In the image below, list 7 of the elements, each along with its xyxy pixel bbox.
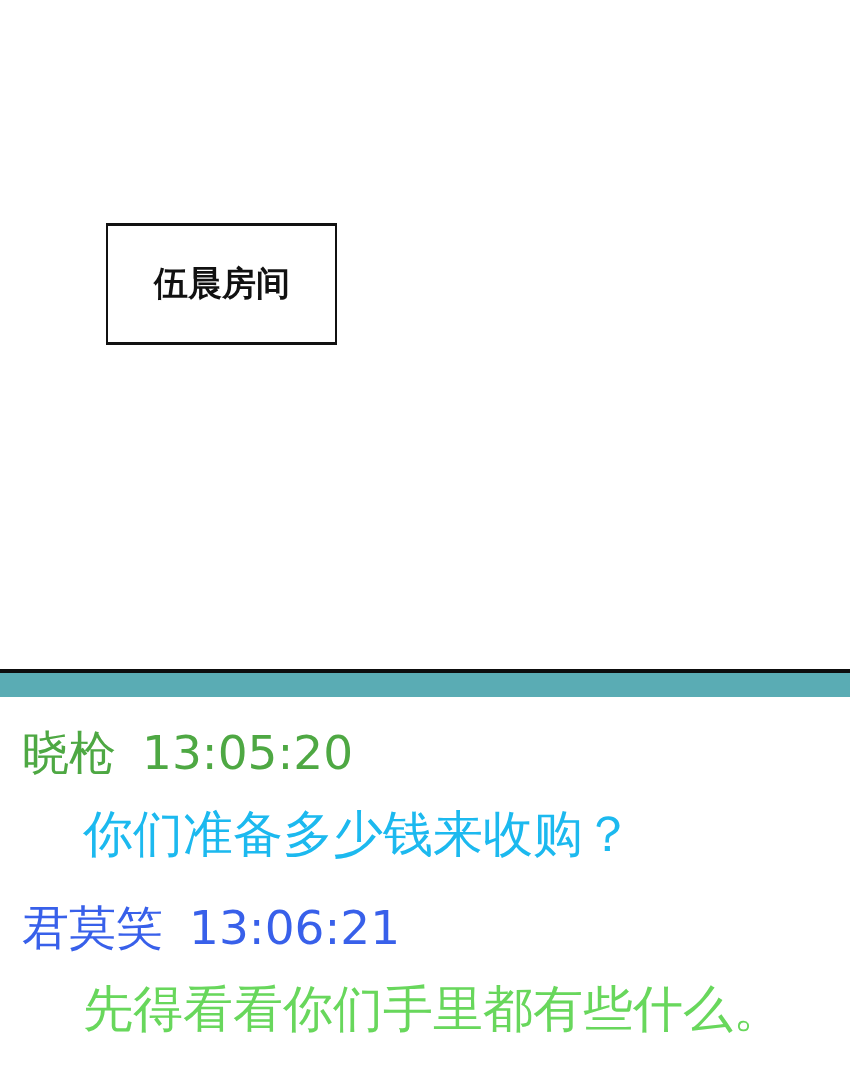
message-time: 13:06:21 — [189, 899, 401, 957]
message-text: 你们准备多少钱来收购？ — [83, 804, 633, 864]
message-text: 先得看看你们手里都有些什么。 — [83, 979, 783, 1039]
location-caption: 伍晨房间 — [106, 223, 337, 345]
sender-name: 君莫笑 — [22, 899, 163, 957]
message-time: 13:05:20 — [142, 724, 354, 782]
sender-name: 晓枪 — [22, 724, 116, 782]
